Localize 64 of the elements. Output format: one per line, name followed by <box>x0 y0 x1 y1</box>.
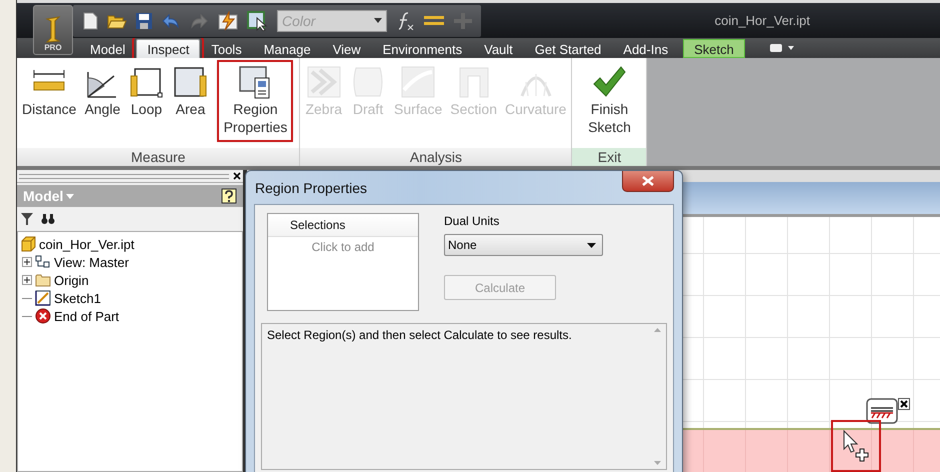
ribbon-tab[interactable]: Manage <box>252 39 322 58</box>
select-window-icon[interactable] <box>247 10 269 30</box>
caret-icon <box>66 194 74 198</box>
panel-label: Exit <box>572 148 646 166</box>
list-placeholder[interactable]: Click to add <box>268 240 418 254</box>
ribbon-tab[interactable]: Add-Ins <box>612 39 680 58</box>
ribbon-tab[interactable]: Model <box>79 39 136 58</box>
tree-item[interactable]: View: Master <box>54 254 129 270</box>
dual-units-dropdown[interactable]: None <box>444 234 603 256</box>
find-icon[interactable] <box>41 213 55 225</box>
window-title: coin_Hor_Ver.ipt <box>714 13 810 28</box>
constraint-glyph-icon[interactable] <box>866 398 898 424</box>
selections-list[interactable]: Selections Click to add <box>267 213 419 311</box>
tree-item[interactable]: Origin <box>54 272 89 288</box>
new-document-icon[interactable] <box>81 12 99 30</box>
caret-icon <box>587 242 596 248</box>
ribbon-tab[interactable]: Environments <box>372 39 474 58</box>
column-header: Selections <box>290 218 346 232</box>
cube-icon <box>20 236 36 252</box>
edition-label: PRO <box>44 43 62 52</box>
close-icon <box>642 176 654 186</box>
application-button[interactable]: PRO <box>33 5 73 55</box>
logo-icon <box>43 15 63 43</box>
ribbon-tab[interactable]: Get Started <box>524 39 612 58</box>
ribbon-button[interactable]: Distance <box>19 62 80 120</box>
dropdown-value: None <box>448 238 477 252</box>
view-rep-icon <box>35 254 51 270</box>
ribbon-tab[interactable]: View <box>322 39 372 58</box>
save-icon[interactable] <box>135 12 153 30</box>
cursor-icon <box>842 429 870 463</box>
tree-item[interactable]: End of Part <box>54 308 120 324</box>
ribbon-button[interactable]: Angle <box>81 62 124 120</box>
close-icon[interactable] <box>233 172 241 180</box>
undo-icon[interactable] <box>161 12 181 30</box>
ribbon-button[interactable]: Region Properties <box>219 62 292 140</box>
close-button[interactable] <box>622 171 674 192</box>
panel-label: Measure <box>17 148 300 166</box>
help-icon[interactable] <box>221 188 237 204</box>
dialog-title: Region Properties <box>255 180 368 196</box>
ribbon-tab[interactable]: Tools <box>200 39 253 58</box>
expand-icon[interactable] <box>22 275 32 285</box>
ribbon-tab[interactable]: Sketch <box>683 39 745 58</box>
color-placeholder: Color <box>282 12 316 28</box>
filter-icon[interactable] <box>21 213 33 225</box>
expand-icon[interactable] <box>22 257 32 267</box>
folder-icon <box>35 272 51 288</box>
tree-item[interactable]: Sketch1 <box>54 290 101 306</box>
field-label: Dual Units <box>444 214 500 228</box>
measure-icon[interactable] <box>423 14 445 28</box>
close-icon[interactable] <box>898 398 910 410</box>
sketch-icon <box>35 290 51 306</box>
ribbon-button[interactable]: Finish Sketch <box>574 62 644 138</box>
zebra-icon <box>306 64 342 100</box>
panel-label: Analysis <box>300 148 572 166</box>
results-text: Select Region(s) and then select Calculate to see results. <box>266 327 573 344</box>
caret-icon <box>374 18 382 23</box>
ribbon-tab[interactable]: Vault <box>473 39 524 58</box>
error-icon <box>35 308 51 324</box>
ribbon-button[interactable]: Loop <box>125 62 168 120</box>
tree-item[interactable]: coin_Hor_Ver.ipt <box>39 236 134 252</box>
surface-icon <box>400 64 436 100</box>
update-icon[interactable] <box>217 10 239 30</box>
ribbon-options-icon[interactable] <box>768 43 795 53</box>
ribbon-button[interactable]: Area <box>169 62 212 120</box>
